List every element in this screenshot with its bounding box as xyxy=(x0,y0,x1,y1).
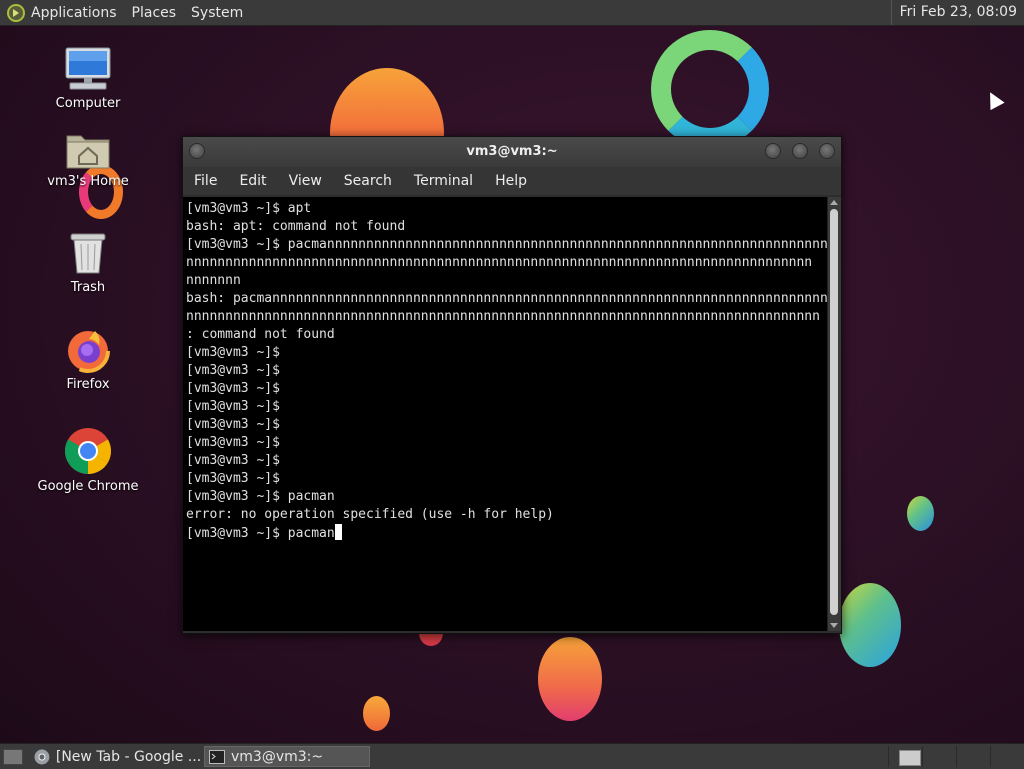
terminal-icon xyxy=(209,749,225,764)
terminal-scrollbar[interactable] xyxy=(827,197,841,631)
workspace-4[interactable] xyxy=(990,746,1024,767)
terminal-output[interactable]: [vm3@vm3 ~]$ apt bash: apt: command not f… xyxy=(183,197,827,631)
desktop-icon-label: Firefox xyxy=(66,377,110,392)
bottom-panel: [New Tab - Google ... vm3@vm3:~ xyxy=(0,743,1024,769)
desktop-icon-trash[interactable]: Trash xyxy=(33,230,143,295)
panel-clock[interactable]: Fri Feb 23, 08:09 xyxy=(890,0,1024,25)
terminal-line: nnnnnnnnnnnnnnnnnnnnnnnnnnnnnnnnnnnnnnnn… xyxy=(186,255,813,270)
menu-terminal[interactable]: Terminal xyxy=(414,173,473,189)
menu-places[interactable]: Places xyxy=(132,5,177,21)
taskbar-item-chrome[interactable]: [New Tab - Google ... xyxy=(34,746,200,767)
prompt-text: [vm3@vm3 ~]$ pacman xyxy=(186,526,335,541)
terminal-line: [vm3@vm3 ~]$ xyxy=(186,435,280,450)
minimize-button[interactable] xyxy=(765,143,781,159)
chrome-icon xyxy=(34,749,50,764)
desktop-icon-label: Google Chrome xyxy=(37,479,139,494)
maximize-button[interactable] xyxy=(792,143,808,159)
firefox-icon xyxy=(65,327,111,373)
workspace-window-preview xyxy=(899,750,921,766)
terminal-line: [vm3@vm3 ~]$ pacmannnnnnnnnnnnnnnnnnnnnn… xyxy=(186,237,827,252)
terminal-menubar: File Edit View Search Terminal Help xyxy=(183,167,841,195)
workspace-switcher xyxy=(888,746,1024,767)
desktop-icon-label: Computer xyxy=(55,96,121,111)
terminal-line: nnnnnnn xyxy=(186,273,241,288)
workspace-3[interactable] xyxy=(956,746,990,767)
taskbar-item-label: vm3@vm3:~ xyxy=(231,748,324,765)
terminal-line: bash: pacmannnnnnnnnnnnnnnnnnnnnnnnnnnnn… xyxy=(186,291,827,306)
taskbar-item-label: [New Tab - Google ... xyxy=(55,748,200,765)
wallpaper-blue-dot xyxy=(907,496,934,531)
desktop-icon-label: vm3's Home xyxy=(47,174,129,189)
show-desktop-icon[interactable] xyxy=(3,749,23,765)
taskbar-item-terminal[interactable]: vm3@vm3:~ xyxy=(204,746,370,767)
desktop-icon-firefox[interactable]: Firefox xyxy=(33,327,143,392)
trash-icon xyxy=(68,230,108,276)
home-folder-icon xyxy=(65,130,111,170)
terminal-prompt-line[interactable]: [vm3@vm3 ~]$ pacman xyxy=(186,524,827,543)
menu-search[interactable]: Search xyxy=(344,173,392,189)
desktop-icon-label: Trash xyxy=(70,280,106,295)
terminal-line: nnnnnnnnnnnnnnnnnnnnnnnnnnnnnnnnnnnnnnnn… xyxy=(186,309,820,324)
text-cursor xyxy=(334,524,342,540)
scroll-up-arrow-icon[interactable] xyxy=(830,200,838,205)
scroll-down-arrow-icon[interactable] xyxy=(830,623,838,628)
terminal-line: : command not found xyxy=(186,327,335,342)
terminal-line: [vm3@vm3 ~]$ xyxy=(186,471,280,486)
applications-logo-icon[interactable] xyxy=(7,3,25,22)
chrome-icon xyxy=(64,427,112,475)
wallpaper-green-ring xyxy=(651,30,769,148)
terminal-line: [vm3@vm3 ~]$ xyxy=(186,345,280,360)
terminal-line: [vm3@vm3 ~]$ apt xyxy=(186,201,312,216)
menu-help[interactable]: Help xyxy=(495,173,527,189)
menu-view[interactable]: View xyxy=(289,173,322,189)
menu-file[interactable]: File xyxy=(194,173,217,189)
menu-system[interactable]: System xyxy=(191,5,243,21)
menu-edit[interactable]: Edit xyxy=(239,173,266,189)
wallpaper-blue-blob xyxy=(839,583,901,667)
menu-applications[interactable]: Applications xyxy=(31,5,117,21)
computer-icon xyxy=(64,46,112,92)
terminal-line: [vm3@vm3 ~]$ xyxy=(186,381,280,396)
terminal-window[interactable]: vm3@vm3:~ File Edit View Search Terminal… xyxy=(182,136,842,634)
terminal-line: [vm3@vm3 ~]$ xyxy=(186,417,280,432)
workspace-2[interactable] xyxy=(922,746,956,767)
workspace-1[interactable] xyxy=(888,746,922,767)
wallpaper-orange-blob-low xyxy=(538,637,602,721)
desktop-icon-computer[interactable]: Computer xyxy=(33,46,143,111)
wallpaper-orange-dot xyxy=(363,696,390,731)
terminal-line: [vm3@vm3 ~]$ pacman xyxy=(186,489,335,504)
top-panel: Applications Places System Fri Feb 23, 0… xyxy=(0,0,1024,26)
terminal-line: [vm3@vm3 ~]$ xyxy=(186,399,280,414)
terminal-line: [vm3@vm3 ~]$ xyxy=(186,453,280,468)
terminal-line: [vm3@vm3 ~]$ xyxy=(186,363,280,378)
window-title: vm3@vm3:~ xyxy=(466,144,558,159)
terminal-text: [vm3@vm3 ~]$ apt bash: apt: command not f… xyxy=(183,197,827,543)
scrollbar-thumb[interactable] xyxy=(830,209,838,615)
close-button[interactable] xyxy=(819,143,835,159)
window-titlebar[interactable]: vm3@vm3:~ xyxy=(183,137,841,167)
terminal-line: bash: apt: command not found xyxy=(186,219,406,234)
terminal-line: error: no operation specified (use -h fo… xyxy=(186,507,554,522)
desktop-icon-chrome[interactable]: Google Chrome xyxy=(33,427,143,494)
desktop-icon-home[interactable]: vm3's Home xyxy=(33,130,143,189)
